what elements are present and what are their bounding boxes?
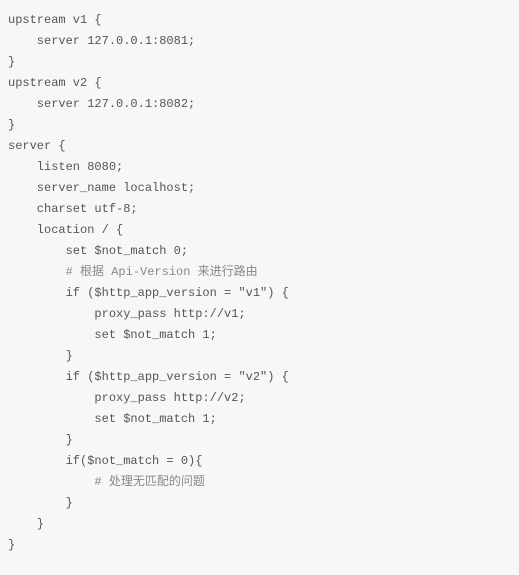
code-line: } — [8, 346, 511, 367]
code-line: set $not_match 1; — [8, 409, 511, 430]
code-line: if($not_match = 0){ — [8, 451, 511, 472]
code-line: } — [8, 514, 511, 535]
code-line: charset utf-8; — [8, 199, 511, 220]
code-line: } — [8, 493, 511, 514]
code-line: } — [8, 535, 511, 556]
code-line: set $not_match 0; — [8, 241, 511, 262]
code-line: proxy_pass http://v1; — [8, 304, 511, 325]
code-line: upstream v2 { — [8, 73, 511, 94]
code-line: if ($http_app_version = "v2") { — [8, 367, 511, 388]
code-line: listen 8080; — [8, 157, 511, 178]
code-line: server 127.0.0.1:8082; — [8, 94, 511, 115]
code-line: server 127.0.0.1:8081; — [8, 31, 511, 52]
code-line: } — [8, 430, 511, 451]
code-block: upstream v1 { server 127.0.0.1:8081;}ups… — [8, 10, 511, 556]
code-line: } — [8, 52, 511, 73]
code-line: location / { — [8, 220, 511, 241]
code-line-comment: # 根据 Api-Version 来进行路由 — [8, 262, 511, 283]
code-line: server_name localhost; — [8, 178, 511, 199]
code-line: if ($http_app_version = "v1") { — [8, 283, 511, 304]
code-line: upstream v1 { — [8, 10, 511, 31]
code-line: server { — [8, 136, 511, 157]
code-line: set $not_match 1; — [8, 325, 511, 346]
code-line-comment: # 处理无匹配的问题 — [8, 472, 511, 493]
code-line: } — [8, 115, 511, 136]
code-line: proxy_pass http://v2; — [8, 388, 511, 409]
